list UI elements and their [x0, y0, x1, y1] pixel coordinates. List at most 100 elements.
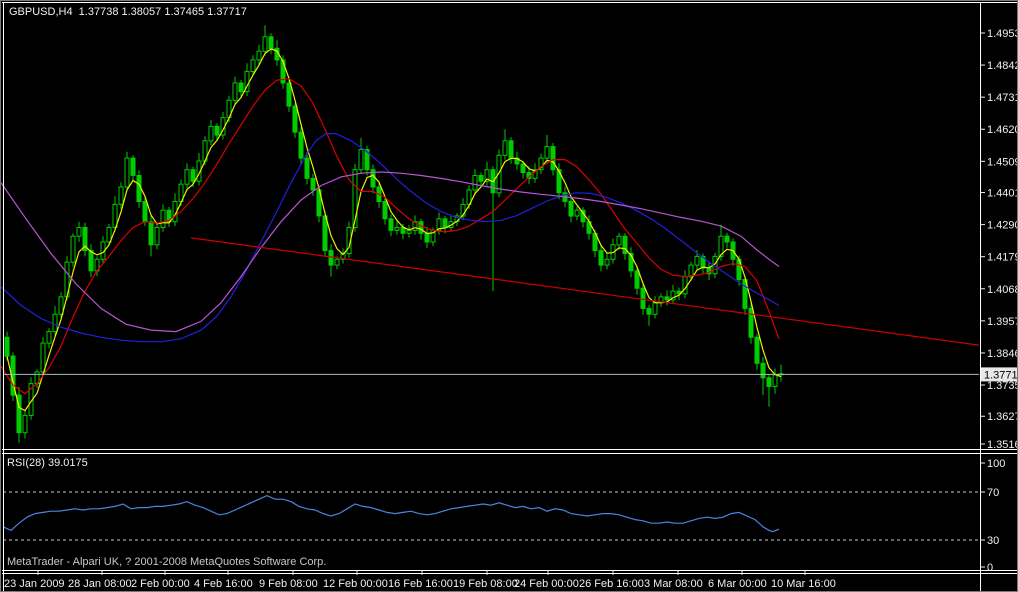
candle-body-down: [641, 288, 645, 308]
indicator-value: 39.0175: [48, 457, 88, 469]
candle-body-down: [131, 158, 135, 175]
candle-body-down: [755, 337, 759, 363]
trendline[interactable]: [191, 238, 979, 345]
candle: [71, 233, 75, 266]
price-axis-label: 1.46200: [987, 124, 1018, 136]
candle-body-up: [503, 141, 507, 156]
candle: [653, 296, 657, 318]
candle-body-up: [47, 332, 51, 344]
candle: [485, 162, 489, 186]
candle: [371, 165, 375, 194]
candle-body-up: [335, 259, 339, 265]
candle: [137, 170, 141, 208]
time-axis-label: 3 Mar 08:00: [644, 578, 703, 590]
candle-body-down: [725, 236, 729, 242]
candle: [383, 198, 387, 225]
candle: [659, 293, 663, 307]
time-axis-label: 10 Mar 16:00: [771, 578, 836, 590]
price-axis-label: 1.35160: [987, 439, 1018, 451]
price-axis-label: 1.38460: [987, 348, 1018, 360]
candle-body-down: [749, 308, 753, 337]
candle: [761, 357, 765, 395]
candle-body-up: [23, 415, 27, 432]
candle-body-down: [599, 251, 603, 266]
candle: [569, 197, 573, 222]
candle: [395, 221, 399, 235]
rsi-axis-label: 30: [987, 535, 999, 547]
candle-body-up: [773, 375, 777, 387]
candle-body-down: [287, 83, 291, 106]
ma-blue: [1, 134, 779, 342]
candle: [683, 270, 687, 298]
rsi-axis-label: 100: [987, 458, 1005, 470]
candle: [767, 374, 771, 406]
price-axis-label: 1.49530: [987, 28, 1018, 40]
candle-body-down: [509, 141, 513, 158]
candle-body-up: [407, 230, 411, 233]
price-axis-label: 1.44010: [987, 188, 1018, 200]
candle-body-up: [233, 83, 237, 100]
candle: [617, 233, 621, 250]
ma-purple: [1, 172, 779, 332]
current-price-tag-label: 1.37717: [984, 369, 1018, 381]
candle: [491, 166, 495, 291]
candle-body-down: [269, 37, 273, 49]
candle-body-down: [293, 106, 297, 132]
candle: [173, 193, 177, 226]
candle-body-down: [137, 176, 141, 202]
candle: [197, 153, 201, 186]
candle: [269, 33, 273, 54]
price-axis-label: 1.45090: [987, 156, 1018, 168]
candle: [233, 77, 237, 105]
candle-body-up: [605, 259, 609, 265]
candle: [389, 214, 393, 236]
candle: [23, 411, 27, 439]
candle-body-down: [323, 216, 327, 251]
candle-body-up: [545, 147, 549, 159]
candle-body-down: [635, 271, 639, 288]
candle-body-down: [215, 126, 219, 135]
candle-body-up: [59, 297, 63, 314]
candle-body-up: [119, 187, 123, 204]
candle: [515, 152, 519, 170]
candle-body-down: [419, 222, 423, 234]
candle-body-up: [257, 51, 261, 60]
candle-body-down: [389, 219, 393, 231]
indicator-label: RSI(28) 39.0175: [7, 457, 88, 469]
candle: [65, 256, 69, 300]
candle: [131, 155, 135, 181]
candle-body-up: [161, 210, 165, 227]
time-axis-label: 26 Feb 16:00: [579, 578, 644, 590]
candle: [647, 305, 651, 326]
price-axis-label: 1.36270: [987, 411, 1018, 423]
candle-body-down: [383, 202, 387, 219]
candle-body-up: [185, 170, 189, 185]
candle: [509, 137, 513, 164]
candle-body-up: [689, 265, 693, 277]
candle-body-up: [359, 150, 363, 170]
chart-canvas[interactable]: 1.495301.484201.473101.462001.450901.440…: [1, 1, 1018, 592]
candle-body-up: [77, 228, 81, 237]
candle: [263, 25, 267, 55]
candle: [17, 387, 21, 443]
candle: [185, 163, 189, 188]
price-axis-label: 1.41790: [987, 252, 1018, 264]
candle: [473, 169, 477, 194]
candle-body-up: [251, 60, 255, 72]
candle: [503, 129, 507, 159]
price-axis-label: 1.39570: [987, 316, 1018, 328]
candle: [629, 247, 633, 277]
candle-body-down: [551, 147, 555, 170]
candle-body-up: [71, 236, 75, 262]
candle: [245, 63, 249, 96]
time-axis-label: 28 Jan 08:00: [68, 578, 132, 590]
candle: [779, 365, 783, 382]
time-axis-label: 19 Feb 08:00: [453, 578, 518, 590]
candle-body-down: [665, 297, 669, 300]
metatrader-chart-window: 1.495301.484201.473101.462001.450901.440…: [0, 0, 1018, 592]
candle-body-up: [653, 303, 657, 315]
candle: [329, 244, 333, 276]
candle: [167, 207, 171, 227]
candle-body-down: [191, 170, 195, 182]
candle: [293, 103, 297, 138]
